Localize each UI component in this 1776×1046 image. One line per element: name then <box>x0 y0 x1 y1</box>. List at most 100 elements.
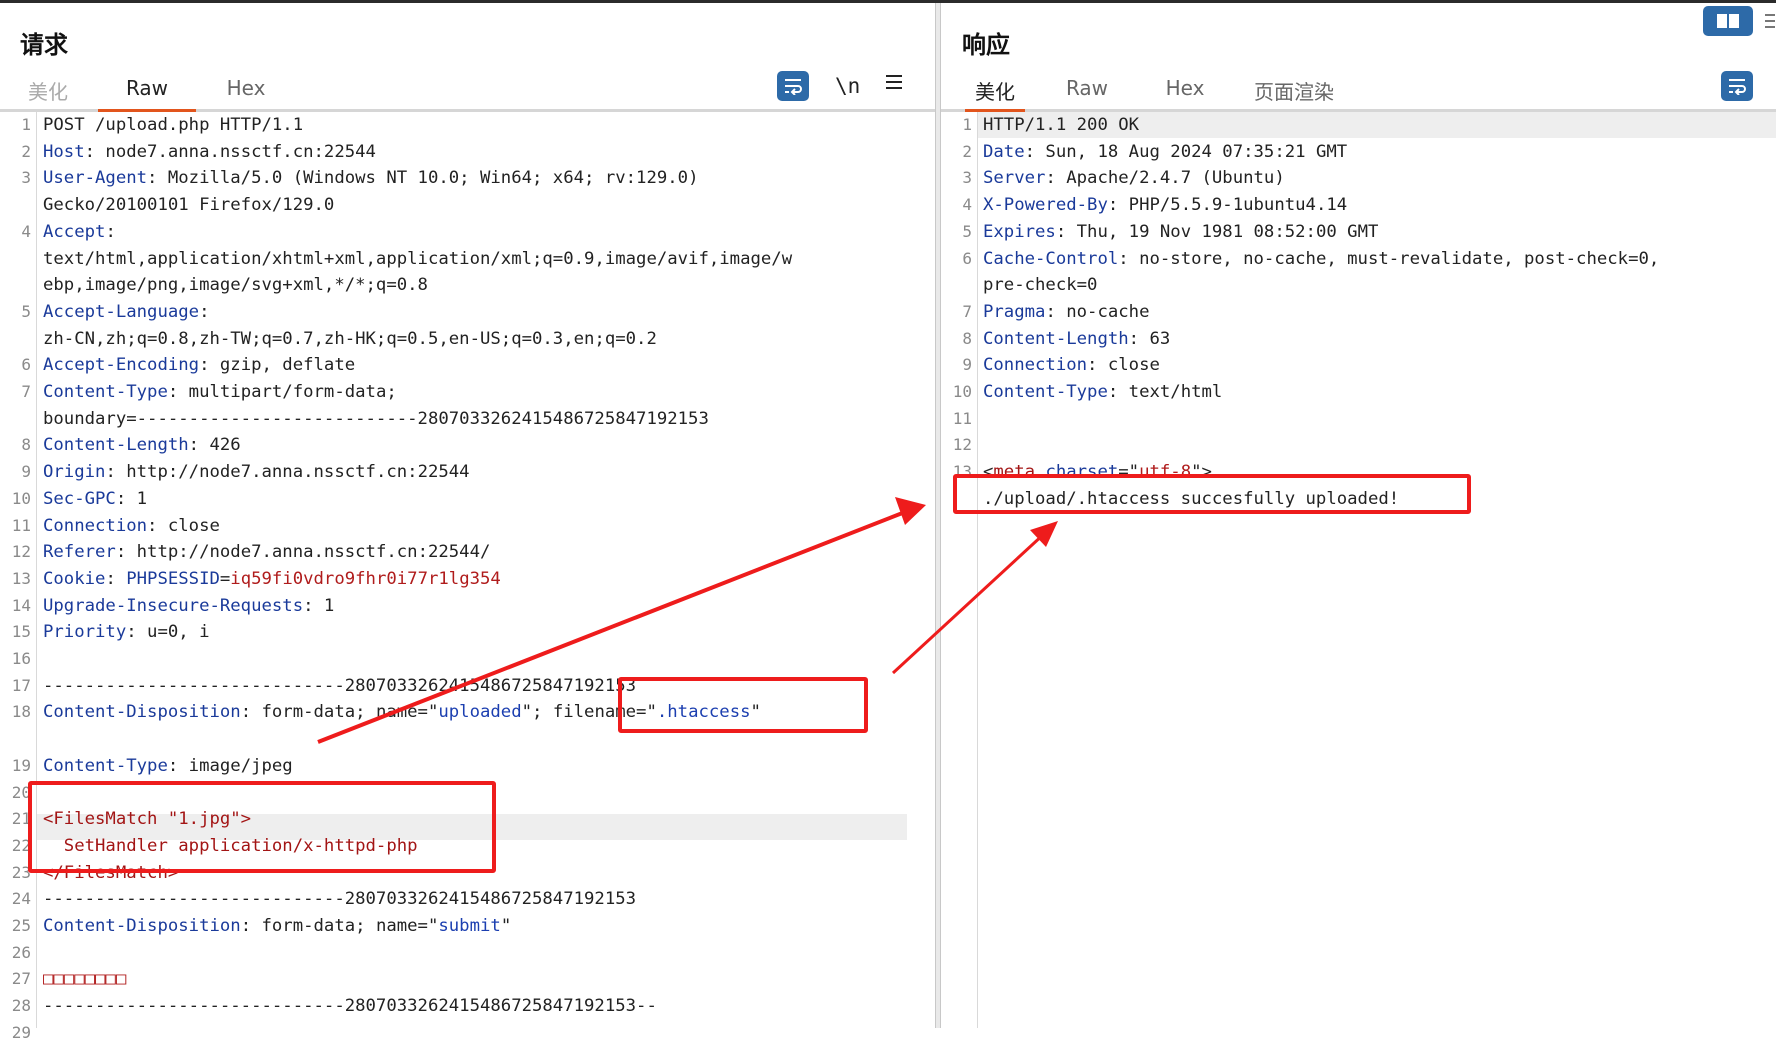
line-number: 16 <box>11 649 31 668</box>
code-token: -----------------------------28070332624… <box>43 675 637 696</box>
code-line: boundary=---------------------------2807… <box>43 406 709 432</box>
layout-toggle-button[interactable] <box>1703 6 1753 36</box>
code-token: □□□□□□□□ <box>43 969 127 990</box>
tab-render[interactable]: 页面渲染 <box>1249 76 1339 109</box>
code-token: boundary=---------------------------2807… <box>43 408 709 429</box>
code-token: : <box>105 221 116 242</box>
line-number: 22 <box>11 835 31 855</box>
tab-pretty[interactable]: 美化 <box>965 76 1025 112</box>
tab-raw[interactable]: Raw <box>98 76 196 112</box>
code-token: : text/html <box>1107 382 1223 402</box>
line-number: 6 <box>962 248 972 268</box>
code-line: -----------------------------28070332624… <box>43 886 636 912</box>
code-token: : close <box>1087 355 1160 376</box>
code-token: Content-Length <box>43 435 189 456</box>
code-token: PHPSESSID <box>126 568 220 589</box>
line-number: 11 <box>11 515 31 535</box>
line-number: 5 <box>21 301 31 321</box>
code-line: Cookie: PHPSESSID=iq59fi0vdro9fhr0i77r1l… <box>43 566 501 592</box>
code-line: Connection: close <box>43 513 220 539</box>
code-line: Content-Disposition: form-data; name="su… <box>43 913 511 939</box>
response-editor[interactable]: 1 HTTP/1.1 200 OK 2 Date: Sun, 18 Aug 2024 … <box>941 112 1776 1028</box>
code-token: : <box>199 301 210 322</box>
line-number: 23 <box>11 862 31 882</box>
code-line: Content-Length: 426 <box>43 432 241 458</box>
code-token: : PHP/5.5.9-1ubuntu4.14 <box>1107 195 1348 216</box>
code-line: text/html,application/xhtml+xml,applicat… <box>43 246 792 272</box>
code-token: : http://node7.anna.nssctf.cn:22544/ <box>115 542 491 563</box>
response-title: 响应 <box>962 31 1010 59</box>
tab-hex[interactable]: Hex <box>1155 76 1215 109</box>
code-token: : Mozilla/5.0 (Windows NT 10.0; Win64; x… <box>147 168 699 189</box>
code-line: -----------------------------28070332624… <box>43 673 636 699</box>
line-number: 26 <box>11 942 31 962</box>
code-line: <meta charset="utf-8"> <box>983 459 1212 485</box>
tab-hex[interactable]: Hex <box>216 76 276 109</box>
code-token: Pragma <box>983 301 1046 322</box>
code-token: ./upload/.htaccess succesfully uploaded! <box>983 488 1400 509</box>
line-number: 29 <box>11 1022 31 1042</box>
code-token: User-Agent <box>43 168 148 189</box>
code-token: : close <box>147 515 220 536</box>
code-line: Priority: u=0, i <box>43 619 209 645</box>
line-number: 10 <box>11 488 31 508</box>
columns-icon <box>1717 14 1739 28</box>
line-number: 18 <box>11 702 31 722</box>
request-tabs: 美化 Raw Hex \n <box>0 65 935 112</box>
code-token: iq59fi0vdro9fhr0i77r1lg354 <box>230 568 501 589</box>
wrap-icon <box>1729 79 1746 95</box>
line-number: 19 <box>11 755 31 775</box>
code-token: Content-Type <box>983 382 1108 402</box>
side-handle-icon[interactable] <box>1761 9 1776 33</box>
line-number: 13 <box>952 462 972 482</box>
line-number: 12 <box>952 435 972 455</box>
code-line: X-Powered-By: PHP/5.5.9-1ubuntu4.14 <box>983 192 1347 218</box>
code-token: -----------------------------28070332624… <box>43 889 637 910</box>
code-token: : form-data; name=" <box>240 702 439 723</box>
code-token: "> <box>1191 462 1212 483</box>
line-number: 10 <box>952 382 972 401</box>
line-number: 8 <box>21 435 31 455</box>
line-number: 27 <box>11 969 31 989</box>
tab-pretty[interactable]: 美化 <box>18 76 78 109</box>
code-token: <FilesMatch "1.jpg"> <box>43 809 252 830</box>
request-pane: 请求 美化 Raw Hex \n 1 POST /upload.php HTTP/… <box>0 3 935 1042</box>
code-line: Gecko/20100101 Firefox/129.0 <box>43 192 334 218</box>
line-number: 6 <box>21 355 31 375</box>
code-token: =" <box>1118 462 1140 483</box>
line-number: 21 <box>11 809 31 829</box>
code-token: " <box>500 916 512 936</box>
code-line: SetHandler application/x-httpd-php <box>43 833 418 859</box>
code-token: : Apache/2.4.7 (Ubuntu) <box>1045 168 1285 189</box>
code-token: -----------------------------28070332624… <box>43 996 657 1017</box>
request-editor[interactable]: 1 POST /upload.php HTTP/1.1 2 Host: node7.a… <box>0 112 935 1042</box>
code-token: : no-cache <box>1045 301 1150 322</box>
code-line: ./upload/.htaccess succesfully uploaded! <box>983 486 1399 512</box>
code-token: Content-Disposition <box>43 916 241 936</box>
code-token: Accept <box>43 221 106 242</box>
code-line: </FilesMatch> <box>43 860 178 886</box>
code-line: Content-Type: text/html <box>983 379 1222 405</box>
code-token: Gecko/20100101 Firefox/129.0 <box>43 195 335 216</box>
code-line: ebp,image/png,image/svg+xml,*/*;q=0.8 <box>43 272 428 298</box>
code-token: : 1 <box>303 595 335 616</box>
code-token: Content-Type <box>43 382 168 402</box>
code-token: Sec-GPC <box>43 488 116 509</box>
code-line: Pragma: no-cache <box>983 299 1149 325</box>
tab-raw[interactable]: Raw <box>1057 76 1117 109</box>
code-token: HTTP/1.1 200 OK <box>983 115 1140 135</box>
word-wrap-button[interactable] <box>777 71 809 101</box>
line-number: 5 <box>962 221 972 241</box>
menu-icon[interactable] <box>885 71 903 96</box>
code-token: zh-CN,zh;q=0.8,zh-TW;q=0.7,zh-HK;q=0.5,e… <box>43 328 657 349</box>
response-pane: 响应 美化 Raw Hex 页面渲染 1 HTTP/1.1 200 OK 2 Date… <box>941 3 1776 1028</box>
code-line: POST /upload.php HTTP/1.1 <box>43 112 303 138</box>
newline-toggle[interactable]: \n <box>835 74 860 98</box>
wrap-icon <box>785 79 802 95</box>
code-line: Sec-GPC: 1 <box>43 486 147 512</box>
line-number: 20 <box>11 782 31 802</box>
word-wrap-button[interactable] <box>1721 71 1753 101</box>
code-token: : 63 <box>1128 328 1171 349</box>
code-line: Accept-Language: <box>43 299 209 325</box>
